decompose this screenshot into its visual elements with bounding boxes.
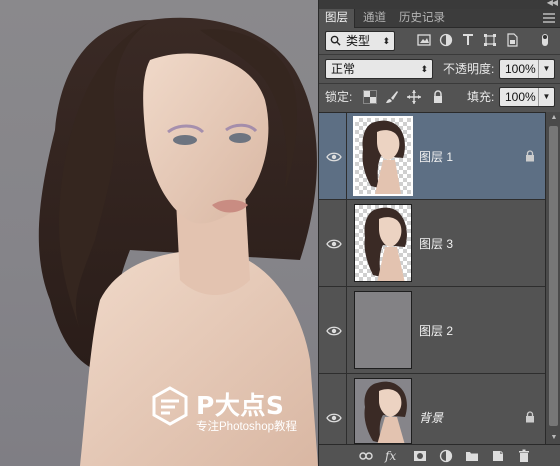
filter-type-icon[interactable]	[461, 33, 475, 47]
search-icon	[330, 35, 341, 46]
filter-row: 类型 ⬍	[319, 30, 560, 54]
eye-icon	[326, 152, 342, 162]
fill-input[interactable]: 100% ▼	[499, 87, 555, 107]
chevron-updown-icon: ⬍	[382, 36, 390, 46]
portrait-thumbnail-icon	[364, 381, 407, 443]
layer-name: 图层 2	[419, 324, 454, 338]
fx-icon[interactable]: fx	[385, 449, 399, 463]
layer-name: 图层 3	[419, 237, 454, 251]
tab-layers[interactable]: 图层	[319, 9, 355, 28]
lock-label: 锁定:	[325, 90, 353, 104]
scroll-down-icon[interactable]: ▼	[546, 432, 560, 444]
layer-row[interactable]: 图层 3	[319, 200, 545, 287]
watermark: P大点S 专注Photoshop教程	[150, 386, 318, 436]
new-group-icon[interactable]	[465, 449, 479, 463]
layer-name: 图层 1	[419, 150, 454, 164]
layer-row[interactable]: 图层 2	[319, 287, 545, 374]
watermark-title: P大点S	[196, 391, 285, 420]
adjustment-layer-icon[interactable]	[439, 449, 453, 463]
layer-thumbnail	[353, 116, 413, 196]
filter-adjustment-icon[interactable]	[439, 33, 453, 47]
scroll-up-icon[interactable]: ▲	[546, 112, 560, 124]
layers-bottom-toolbar: fx	[319, 444, 560, 466]
portrait-thumbnail-icon	[362, 120, 405, 194]
panel-title-bar: ◀◀	[319, 0, 560, 9]
blend-mode-select[interactable]: 正常 ⬍	[325, 59, 433, 79]
lock-icon	[526, 411, 534, 423]
filter-smart-object-icon[interactable]	[505, 33, 519, 47]
chevron-updown-icon: ⬍	[420, 64, 428, 74]
visibility-toggle[interactable]	[319, 374, 347, 445]
blend-row: 正常 ⬍ 不透明度: 100% ▼	[319, 58, 560, 82]
link-layers-icon[interactable]	[359, 449, 373, 463]
lock-transparent-icon[interactable]	[363, 90, 377, 104]
document-canvas[interactable]: P大点S 专注Photoshop教程	[0, 0, 318, 466]
visibility-toggle[interactable]	[319, 200, 347, 286]
opacity-label: 不透明度:	[443, 62, 495, 76]
chevron-down-icon[interactable]: ▼	[538, 60, 554, 78]
visibility-toggle[interactable]	[319, 113, 347, 199]
eye-icon	[326, 326, 342, 336]
lock-row: 锁定: 填充: 100% ▼	[319, 86, 560, 110]
layer-row[interactable]: 背景	[319, 374, 545, 445]
fill-value: 100%	[505, 90, 536, 104]
tab-channels[interactable]: 通道	[357, 9, 392, 28]
chevron-down-icon[interactable]: ▼	[538, 88, 554, 106]
layer-name: 背景	[419, 411, 444, 425]
blend-mode-value: 正常	[331, 62, 356, 76]
layer-thumbnail	[354, 291, 412, 369]
layers-list: 图层 1 图层 3 图层 2 背景	[319, 112, 545, 445]
lock-all-icon[interactable]	[431, 90, 445, 104]
opacity-input[interactable]: 100% ▼	[499, 59, 555, 79]
filter-pixel-icon[interactable]	[417, 33, 431, 47]
lock-brush-icon[interactable]	[385, 90, 399, 104]
layers-scrollbar[interactable]: ▲ ▼	[545, 112, 560, 444]
collapse-icon[interactable]: ◀◀	[547, 0, 558, 8]
eye-icon	[326, 239, 342, 249]
scrollbar-thumb[interactable]	[549, 126, 558, 426]
layers-panel: ◀◀ 图层 通道 历史记录 类型 ⬍ 正常 ⬍ 不透明度: 100% ▼ 锁定:…	[318, 0, 560, 466]
delete-layer-icon[interactable]	[517, 449, 531, 463]
filter-toggle-icon[interactable]	[537, 33, 553, 47]
lock-icon	[526, 150, 534, 162]
layer-thumbnail	[354, 378, 412, 444]
panel-tabs: 图层 通道 历史记录	[319, 9, 560, 28]
lock-move-icon[interactable]	[407, 90, 421, 104]
panel-menu-icon[interactable]	[543, 13, 555, 23]
ps-logo-icon	[152, 386, 188, 426]
portrait-thumbnail-icon	[364, 207, 407, 281]
layer-row[interactable]: 图层 1	[319, 113, 545, 200]
eye-icon	[326, 413, 342, 423]
new-layer-icon[interactable]	[491, 449, 505, 463]
layer-thumbnail	[354, 204, 412, 282]
fill-label: 填充:	[467, 90, 495, 104]
watermark-subtitle: 专注Photoshop教程	[196, 421, 297, 433]
filter-kind-value: 类型	[346, 34, 371, 48]
filter-kind-select[interactable]: 类型 ⬍	[325, 31, 395, 51]
add-mask-icon[interactable]	[413, 449, 427, 463]
visibility-toggle[interactable]	[319, 287, 347, 373]
filter-shape-icon[interactable]	[483, 33, 497, 47]
opacity-value: 100%	[505, 62, 536, 76]
tab-history[interactable]: 历史记录	[393, 9, 451, 28]
